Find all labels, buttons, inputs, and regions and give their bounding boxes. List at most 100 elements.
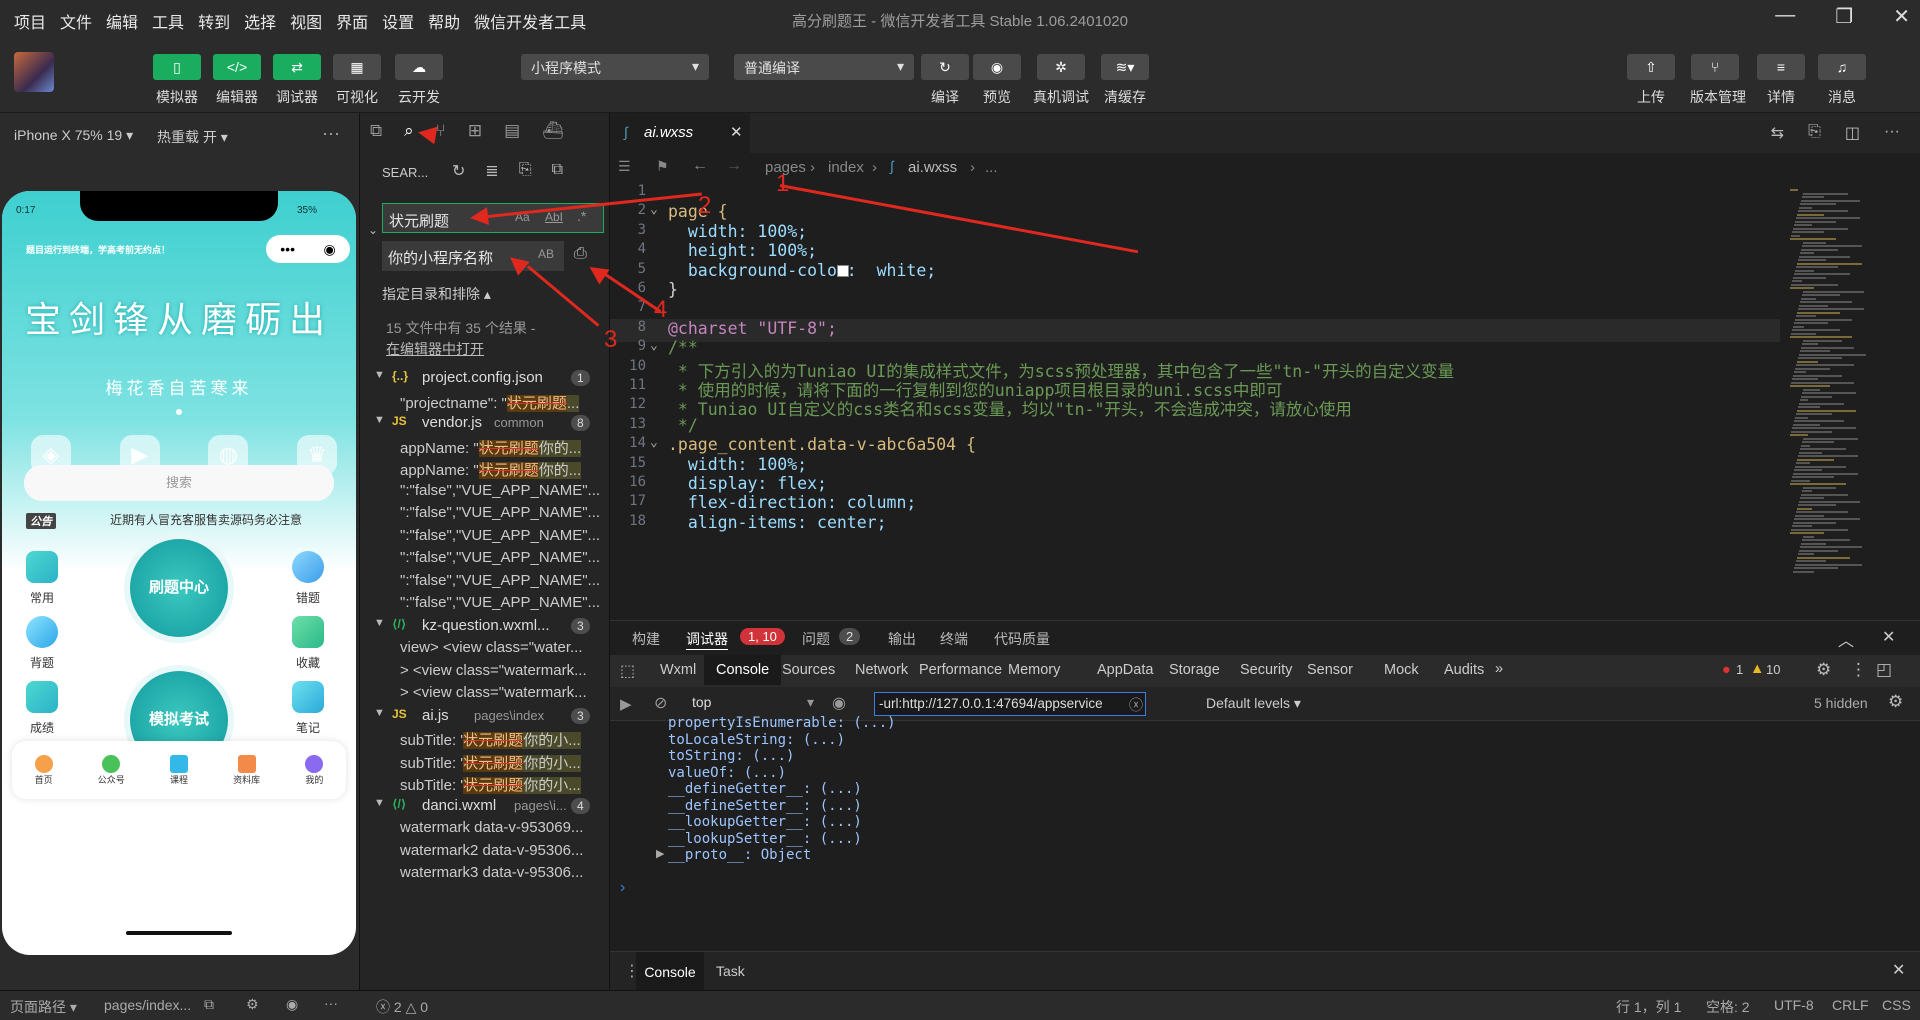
- debugger-button[interactable]: ⇄: [273, 54, 321, 80]
- clear-cache-button[interactable]: ≋▾: [1101, 54, 1149, 80]
- gear-icon[interactable]: ⚙: [1816, 660, 1831, 680]
- frequent-icon[interactable]: [26, 551, 58, 583]
- close-icon[interactable]: ✕: [1893, 4, 1910, 29]
- regex-icon[interactable]: .*: [577, 208, 586, 224]
- console-line[interactable]: __defineSetter__: (...): [668, 798, 862, 814]
- version-button[interactable]: ⑂: [1691, 54, 1739, 80]
- hotreload-toggle[interactable]: 热重载 开 ▾: [157, 127, 228, 147]
- note-icon[interactable]: [292, 681, 324, 713]
- back-icon[interactable]: ←: [692, 157, 708, 175]
- console-line[interactable]: propertyIsEnumerable: (...): [668, 715, 896, 731]
- details-button[interactable]: ≡: [1757, 54, 1805, 80]
- console-line[interactable]: __lookupGetter__: (...): [668, 814, 862, 830]
- problems-summary[interactable]: ⓧ 2 △ 0: [376, 997, 428, 1017]
- indentation[interactable]: 空格: 2: [1706, 997, 1750, 1017]
- devtools-tab[interactable]: Memory: [1008, 662, 1060, 678]
- extensions-icon[interactable]: ⊞: [468, 121, 482, 145]
- refresh-icon[interactable]: ↻: [452, 161, 465, 181]
- open-file-icon[interactable]: ⎘: [1808, 123, 1821, 143]
- compile-button[interactable]: ↻: [921, 54, 969, 80]
- tab-home[interactable]: 首页: [34, 754, 53, 786]
- console-settings-icon[interactable]: ⚙: [1888, 692, 1903, 712]
- preserve-case-toggle[interactable]: AB: [538, 247, 554, 261]
- devtools-tab[interactable]: Sources: [782, 662, 835, 678]
- tab-debugger[interactable]: 调试器: [686, 629, 728, 650]
- clear-console-icon[interactable]: ⊘: [654, 693, 667, 713]
- console-line[interactable]: __lookupSetter__: (...): [668, 831, 862, 847]
- wrong-icon[interactable]: [292, 551, 324, 583]
- context-select[interactable]: top ▾: [692, 694, 820, 714]
- drop-icon[interactable]: [26, 616, 58, 648]
- clear-filter-icon[interactable]: ⓧ: [1129, 695, 1143, 715]
- storage-icon[interactable]: ▤: [504, 121, 520, 145]
- devtools-tab[interactable]: Storage: [1169, 662, 1220, 678]
- compare-icon[interactable]: ⇆: [1771, 123, 1784, 143]
- devtools-tab[interactable]: Performance: [919, 662, 1002, 678]
- git-icon[interactable]: ⑂: [436, 121, 446, 145]
- tab-code-quality[interactable]: 代码质量: [994, 629, 1050, 649]
- tab-terminal[interactable]: 终端: [940, 629, 968, 649]
- mode-select[interactable]: 小程序模式 ▾: [521, 54, 709, 80]
- eye-icon[interactable]: ◉: [286, 996, 298, 1013]
- more-tabs-icon[interactable]: »: [1495, 661, 1503, 677]
- console-output[interactable]: propertyIsEnumerable: (...) toLocaleStrin…: [610, 715, 1920, 951]
- practice-center-button[interactable]: 刷题中心: [130, 539, 228, 637]
- fold-icon[interactable]: ⌄: [650, 338, 658, 353]
- tab-library[interactable]: 资料库: [233, 754, 260, 786]
- infinity-icon[interactable]: [26, 681, 58, 713]
- maximize-icon[interactable]: ❐: [1835, 4, 1853, 29]
- devtools-tab[interactable]: AppData: [1097, 662, 1153, 678]
- tab-output[interactable]: 输出: [888, 629, 916, 649]
- sidebar-toggle-icon[interactable]: ▶: [620, 695, 632, 713]
- drawer-tab-console[interactable]: Console: [636, 952, 704, 992]
- split-editor-icon[interactable]: ◫: [1845, 123, 1860, 143]
- messages-button[interactable]: ♫: [1818, 54, 1866, 80]
- new-file-icon[interactable]: ⎘: [519, 161, 532, 181]
- more-icon[interactable]: ···: [1884, 123, 1900, 143]
- devtools-tab[interactable]: Console: [704, 655, 782, 685]
- more-icon[interactable]: ···: [322, 123, 340, 144]
- search-icon[interactable]: ⌕: [404, 121, 414, 145]
- device-select[interactable]: iPhone X 75% 19 ▾: [14, 127, 133, 144]
- dock-icon[interactable]: ◰: [1876, 660, 1892, 680]
- inspect-icon[interactable]: ⬚: [620, 661, 635, 681]
- console-line[interactable]: toLocaleString: (...): [668, 732, 845, 748]
- fold-icon[interactable]: ⌄: [650, 435, 658, 450]
- kebab-icon[interactable]: ⋮: [1850, 660, 1867, 680]
- console-line[interactable]: __defineGetter__: (...): [668, 781, 862, 797]
- fold-icon[interactable]: ⌄: [650, 202, 658, 217]
- more-icon[interactable]: ···: [324, 995, 338, 1011]
- collapse-icon[interactable]: ⧉: [552, 161, 563, 181]
- devtools-tab[interactable]: Audits: [1444, 662, 1484, 678]
- console-line[interactable]: valueOf: (...): [668, 765, 786, 781]
- open-in-editor-link[interactable]: 在编辑器中打开: [386, 339, 484, 359]
- search-bar[interactable]: 搜索: [24, 465, 334, 501]
- console-filter-input[interactable]: -url:http://127.0.0.1:47694/appservice ⓧ: [874, 692, 1146, 716]
- more-dots-icon[interactable]: •••: [280, 241, 295, 257]
- console-line[interactable]: __proto__: Object: [668, 847, 811, 863]
- eye-icon[interactable]: ◉: [832, 693, 846, 713]
- levels-select[interactable]: Default levels ▾: [1206, 695, 1301, 712]
- page-path-select[interactable]: 页面路径 ▾: [10, 997, 77, 1017]
- tab-problems[interactable]: 问题: [802, 629, 830, 649]
- tab-ai-wxss[interactable]: ∫ ai.wxss ✕: [610, 113, 750, 153]
- breadcrumb-index[interactable]: index: [828, 159, 864, 176]
- toggle-replace-icon[interactable]: ⌄: [368, 223, 378, 237]
- console-prompt-icon[interactable]: ›: [620, 879, 625, 897]
- color-swatch[interactable]: [837, 264, 849, 277]
- replace-input[interactable]: 你的小程序名称 AB: [382, 241, 564, 271]
- result-match[interactable]: watermark3 data-v-95306...: [360, 860, 610, 887]
- minimap[interactable]: [1780, 181, 1920, 620]
- simulator-button[interactable]: ▯: [153, 54, 201, 80]
- tab-course[interactable]: 课程: [169, 754, 188, 786]
- maximize-panel-icon[interactable]: ︿: [1838, 627, 1854, 651]
- drawer-tab-task[interactable]: Task: [716, 963, 745, 979]
- devtools-tab[interactable]: Wxml: [660, 662, 696, 678]
- docker-icon[interactable]: ⛴: [542, 121, 564, 145]
- line-ending[interactable]: CRLF: [1832, 997, 1869, 1013]
- clear-icon[interactable]: ≣: [485, 161, 498, 181]
- close-circle-icon[interactable]: ◉: [324, 241, 336, 258]
- breadcrumb-file[interactable]: ai.wxss: [908, 159, 957, 176]
- forward-icon[interactable]: →: [726, 157, 742, 175]
- language-mode[interactable]: CSS: [1882, 997, 1911, 1013]
